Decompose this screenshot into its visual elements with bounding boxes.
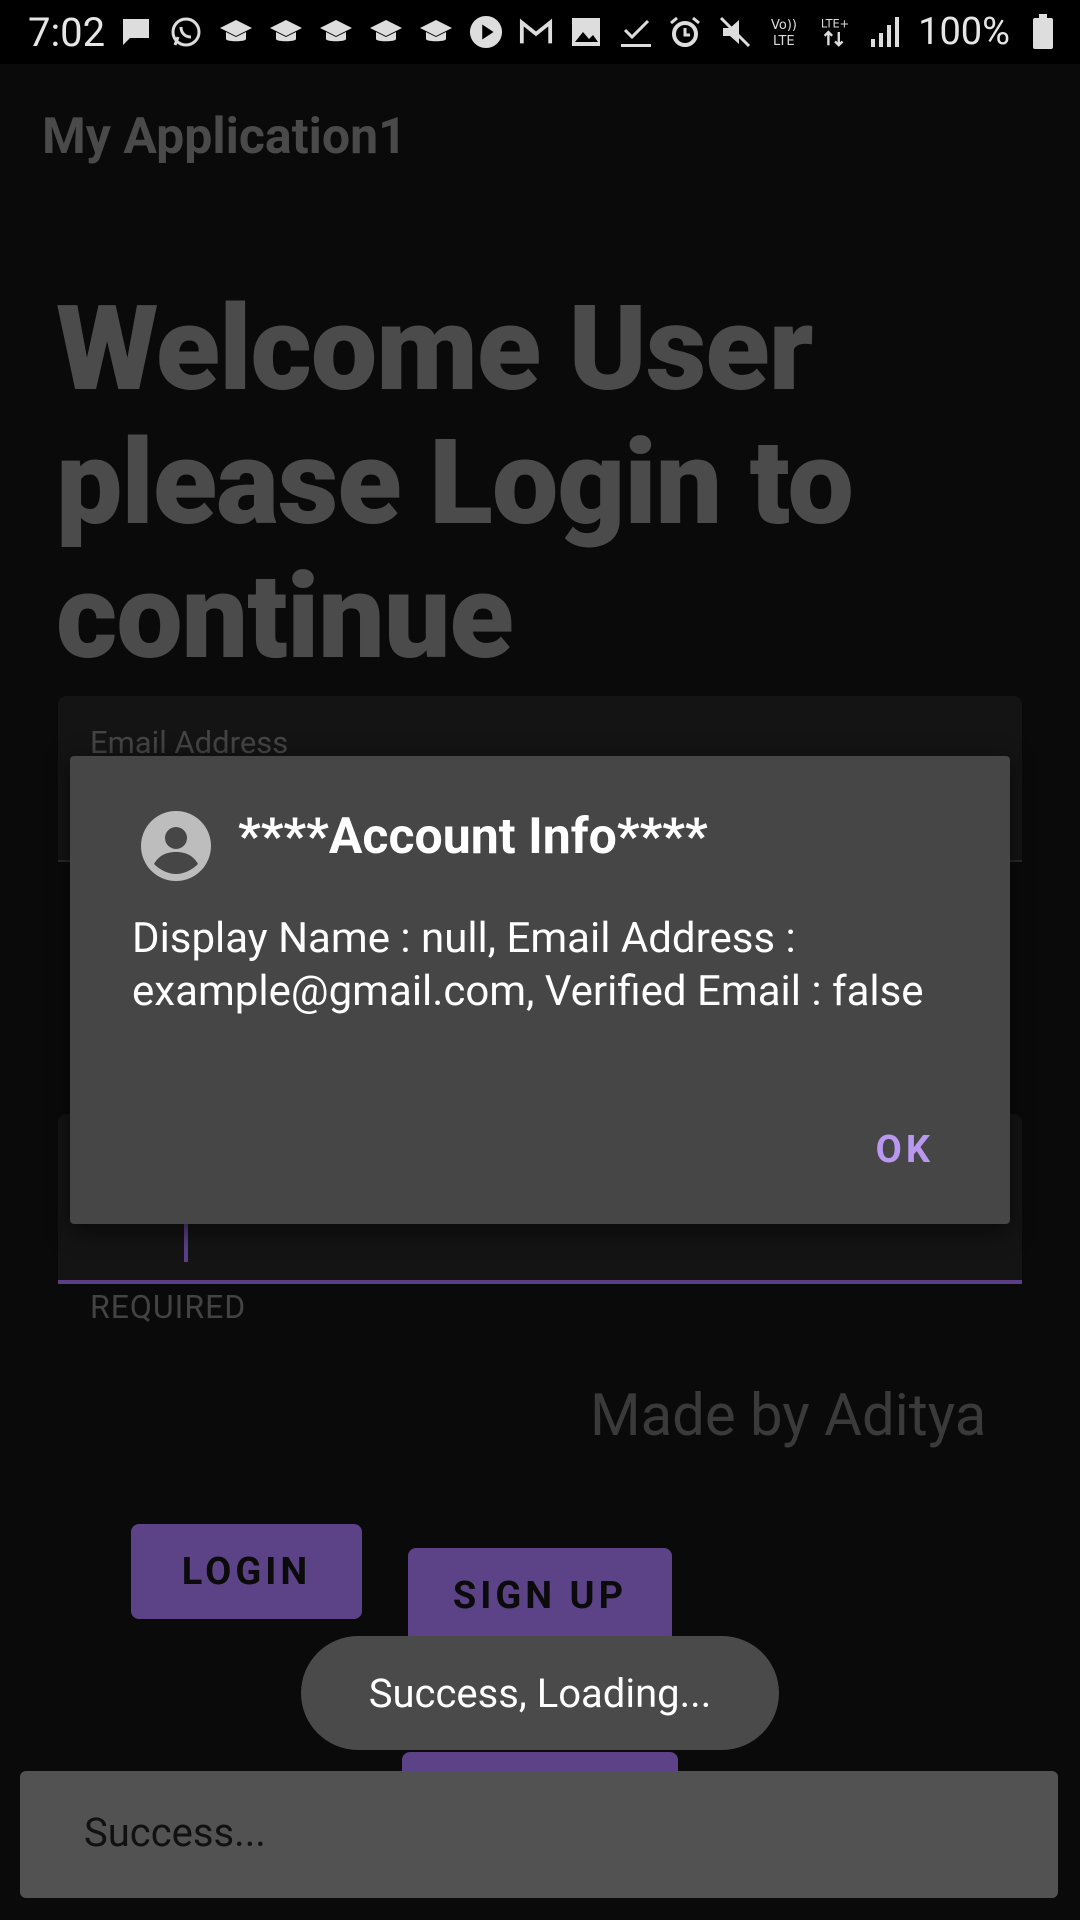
login-button[interactable]: LOGIN [131, 1524, 362, 1619]
ok-button[interactable]: OK [876, 1128, 934, 1172]
battery-icon [1026, 14, 1060, 49]
dialog-message: Display Name : null, Email Address : exa… [132, 914, 924, 1016]
app-title: My Application1 [42, 108, 407, 166]
mute-icon [718, 15, 752, 49]
password-helper-text: REQUIRED [90, 1288, 247, 1326]
battery-percent: 100% [918, 10, 1010, 54]
status-bar: 7:02 Vo)) LTE LTE+ 100% [0, 0, 1080, 64]
whatsapp-icon [169, 15, 203, 49]
status-time: 7:02 [28, 8, 106, 56]
dialog-title: ****Account Info**** [238, 808, 708, 866]
svg-text:LTE+: LTE+ [821, 16, 849, 30]
lte-plus-icon: LTE+ [818, 15, 852, 49]
signup-button[interactable]: SIGN UP [408, 1548, 672, 1643]
image-icon [569, 15, 603, 49]
snackbar: Success... [20, 1771, 1058, 1898]
account-circle-icon [140, 810, 212, 882]
account-info-dialog: ****Account Info**** Display Name : null… [70, 756, 1010, 1224]
gmail-icon [519, 15, 553, 49]
volte-icon: Vo)) LTE [768, 15, 802, 49]
signal-icon [868, 15, 902, 49]
school-icon [319, 15, 353, 49]
school-icon [219, 15, 253, 49]
toast-message: Success, Loading... [301, 1636, 779, 1750]
snackbar-text: Success... [84, 1809, 266, 1856]
school-icon [269, 15, 303, 49]
checkmark-icon [619, 15, 653, 49]
school-icon [419, 15, 453, 49]
alarm-icon [668, 15, 702, 49]
notification-icons [119, 15, 653, 49]
system-icons: Vo)) LTE LTE+ 100% [668, 0, 1060, 64]
welcome-heading: Welcome User please Login to continue [56, 280, 854, 686]
message-icon [119, 15, 153, 49]
svg-text:LTE: LTE [773, 34, 795, 49]
play-icon [469, 15, 503, 49]
made-by-label: Made by Aditya [590, 1382, 987, 1450]
school-icon [369, 15, 403, 49]
svg-text:Vo)): Vo)) [771, 18, 797, 33]
